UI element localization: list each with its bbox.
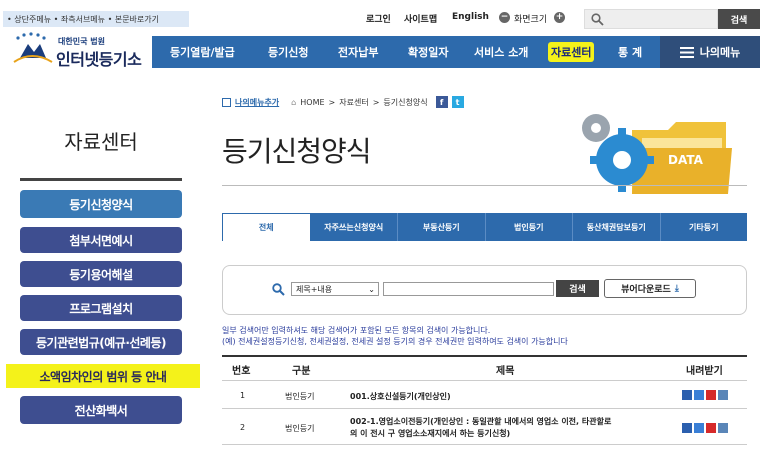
hwp-file-icon[interactable] [682,423,692,433]
breadcrumb-sep: > [328,97,336,107]
filter-search-button[interactable]: 검색 [556,280,599,297]
sidebar-item-tenant[interactable]: 소액임차인의 범위 등 안내 [6,364,200,388]
facebook-icon[interactable]: f [435,96,448,108]
row-type: 법인등기 [285,392,315,401]
nav-item-apply[interactable]: 등기신청 [268,36,308,68]
row-divider [222,444,747,445]
sidebar-title: 자료센터 [64,130,138,154]
nav-item-service[interactable]: 서비스 소개 [474,36,528,68]
sidebar-item-programs[interactable]: 프로그램설치 [20,295,182,321]
nav-item-lookup[interactable]: 등기열람/발급 [170,36,235,68]
court-logo-icon [13,32,53,63]
row-title-link[interactable]: 002-1.영업소이전등기(개인상인 : 동일관할 내에서의 영업소 이전, 타… [350,416,611,427]
breadcrumb: 나의메뉴추가 ⌂ HOME > 자료센터 > 등기신청양식 f t [222,96,464,108]
breadcrumb-level2: 등기신청양식 [383,97,428,107]
sidebar-item-laws[interactable]: 등기관련법규(예규·선례등) [20,329,182,355]
tab-other[interactable]: 기타등기 [661,213,748,241]
tab-frequent[interactable]: 자주쓰는신청양식 [311,213,398,241]
hwp-file-icon[interactable] [682,390,692,400]
divider [20,178,182,181]
pdf-file-icon[interactable] [706,423,716,433]
twitter-icon[interactable]: t [451,96,464,108]
search-button[interactable]: 검색 [718,9,760,29]
doc-file-icon[interactable] [694,390,704,400]
search-example: (예) 전세권설정등기신청, 전세권설정, 전세권 설정 등기의 경우 전세권만… [222,337,568,346]
tab-real-estate[interactable]: 부동산등기 [398,213,486,241]
row-divider [222,408,747,409]
sidebar-item-forms[interactable]: 등기신청양식 [20,190,182,218]
breadcrumb-level1[interactable]: 자료센터 [339,97,368,108]
doc-file-icon[interactable] [694,423,704,433]
nav-item-fixed-date[interactable]: 확정일자 [408,36,448,68]
tab-movable[interactable]: 동산채권담보등기 [573,213,661,241]
logo-title[interactable]: 인터넷등기소 [56,46,142,70]
table-top-rule [222,355,747,357]
category-tabs: 전체 자주쓰는신청양식 부동산등기 법인등기 동산채권담보등기 기타등기 [222,213,747,241]
search-icon [272,283,285,296]
zoom-label: 화면크기 [514,15,548,25]
col-header-download: 내려받기 [686,366,723,377]
keyword-input[interactable] [383,282,554,296]
download-icon: ⤓ [674,283,679,294]
search-field-select[interactable]: 제목+내용 ⌄ [291,282,379,296]
my-menu-button[interactable]: 나의메뉴 [660,36,760,68]
login-link[interactable]: 로그인 [366,12,391,25]
col-header-title: 제목 [496,366,515,377]
divider [222,185,747,186]
search-hint: 일부 검색어만 입력하셔도 해당 검색어가 포함된 모든 항목의 검색이 가능합… [222,326,491,335]
viewer-download-button[interactable]: 뷰어다운로드 ⤓ [604,279,696,298]
row-title-link-cont[interactable]: 의 이 전시 구 영업소소재지에서 하는 등기신청) [350,428,510,439]
sidebar-item-glossary[interactable]: 등기용어해설 [20,261,182,287]
row-title-link[interactable]: 001.상호신설등기(개인상인) [350,391,451,402]
sidebar-item-whitepaper[interactable]: 전산화백서 [20,396,182,424]
txt-file-icon[interactable] [718,390,728,400]
txt-file-icon[interactable] [718,423,728,433]
search-icon [591,13,604,26]
col-header-no: 번호 [232,366,251,377]
row-type: 법인등기 [285,424,315,433]
english-link[interactable]: English [452,12,489,22]
illustration-label: DATA [668,153,704,167]
main-nav: 등기열람/발급 등기신청 전자납부 확정일자 서비스 소개 자료센터 통 계 나… [152,36,760,68]
zoom-out-icon[interactable]: − [499,12,510,23]
hamburger-icon [679,46,694,58]
checkbox-icon [222,97,231,107]
tab-corporate[interactable]: 법인등기 [486,213,573,241]
sidebar-item-attachments[interactable]: 첨부서면예시 [20,227,182,253]
add-my-menu-link[interactable]: 나의메뉴추가 [235,97,279,108]
zoom-in-icon[interactable]: + [554,12,565,23]
download-icons [682,390,728,400]
nav-item-stats[interactable]: 통 계 [618,36,642,68]
row-divider [222,380,747,381]
nav-item-epay[interactable]: 전자납부 [338,36,378,68]
breadcrumb-sep: > [372,97,380,107]
breadcrumb-home[interactable]: HOME [300,98,324,107]
row-number: 1 [240,391,246,400]
sitemap-link[interactable]: 사이트맵 [404,12,437,25]
col-header-type: 구분 [292,366,311,377]
page-title: 등기신청양식 [222,135,372,168]
row-number: 2 [240,423,246,432]
skip-links[interactable]: • 상단주메뉴 • 좌측서브메뉴 • 본문바로가기 [3,11,189,27]
chevron-down-icon: ⌄ [368,284,375,294]
search-input[interactable] [584,9,718,29]
pdf-file-icon[interactable] [706,390,716,400]
nav-item-data-center[interactable]: 자료센터 [548,36,595,68]
tab-all[interactable]: 전체 [222,213,311,241]
home-icon: ⌂ [291,97,297,107]
download-icons [682,423,728,433]
